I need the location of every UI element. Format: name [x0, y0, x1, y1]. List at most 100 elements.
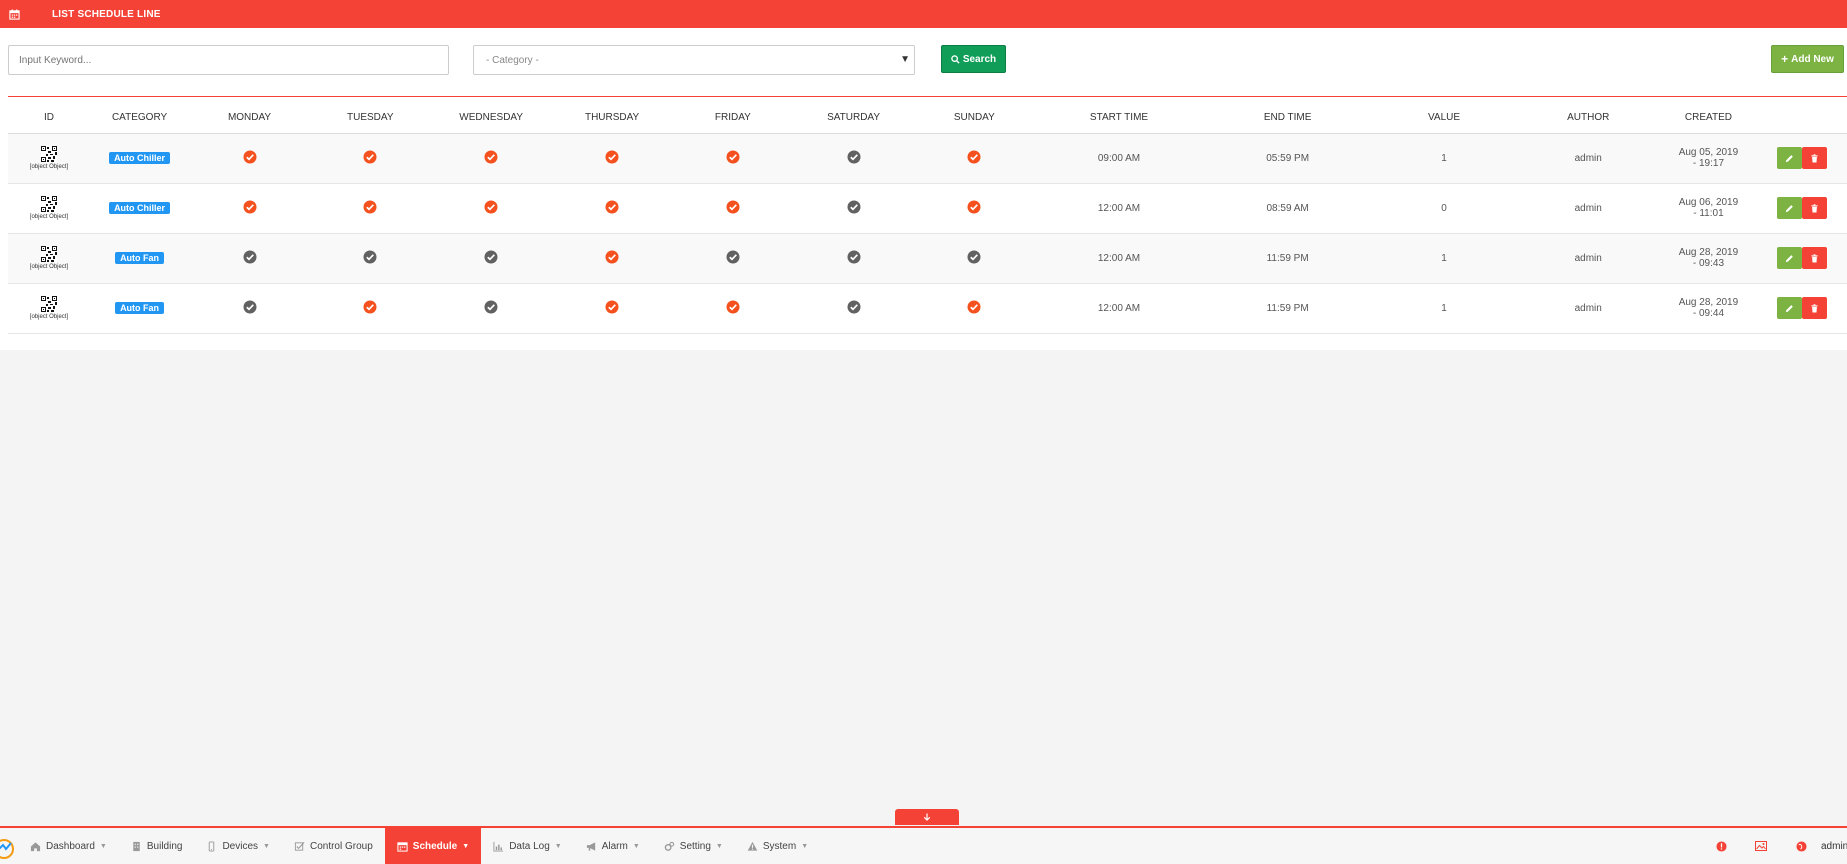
check-circle-active-icon	[363, 200, 377, 214]
cell-created: Aug 05, 2019- 19:17	[1660, 133, 1757, 184]
nav-item-system[interactable]: System ▼	[735, 828, 820, 864]
cell-friday	[672, 283, 794, 334]
delete-button[interactable]	[1801, 197, 1827, 219]
chevron-down-icon: ▼	[462, 842, 470, 850]
cell-tuesday	[309, 183, 431, 234]
cell-start-time: 12:00 AM	[1034, 233, 1204, 284]
image-icon[interactable]	[1741, 841, 1781, 851]
cell-thursday	[551, 283, 673, 334]
cell-start-time: 09:00 AM	[1034, 133, 1204, 184]
column-header-actions	[1756, 103, 1847, 134]
nav-item-control-group[interactable]: Control Group	[282, 828, 385, 864]
category-select[interactable]: - Category - ▼	[473, 45, 915, 75]
cell-thursday	[551, 133, 673, 184]
trash-icon	[1811, 153, 1818, 163]
cell-value: 0	[1371, 183, 1517, 234]
column-header-thursday: THURSDAY	[551, 103, 673, 134]
cell-end-time: 05:59 PM	[1203, 133, 1372, 184]
calendar-icon	[0, 0, 28, 28]
nav-item-dashboard[interactable]: Dashboard ▼	[18, 828, 119, 864]
cell-end-time: 11:59 PM	[1203, 283, 1372, 334]
cell-friday	[672, 133, 794, 184]
add-new-button[interactable]: + Add New	[1771, 45, 1844, 73]
check-circle-active-icon	[605, 250, 619, 264]
schedule-table: ID CATEGORY MONDAY TUESDAY WEDNESDAY THU…	[8, 103, 1847, 334]
delete-button[interactable]	[1801, 247, 1827, 269]
check-circle-inactive-icon	[847, 150, 861, 164]
page-title: LIST SCHEDULE LINE	[52, 8, 161, 20]
qr-code-icon[interactable]	[40, 146, 57, 162]
cell-author: admin	[1516, 283, 1661, 334]
nav-item-alarm[interactable]: Alarm ▼	[574, 828, 652, 864]
nav-item-label: Devices	[222, 840, 259, 852]
globe-icon[interactable]	[1781, 840, 1821, 852]
column-header-saturday: SATURDAY	[793, 103, 914, 134]
add-new-button-label: Add New	[1791, 53, 1834, 65]
table-row: [object Object] Auto Fan 12:00 AM 11:59 PM 1…	[8, 283, 1847, 334]
id-caption: [object Object]	[29, 264, 69, 270]
column-header-value: VALUE	[1371, 103, 1517, 134]
cell-category: Auto Chiller	[89, 133, 190, 184]
keyword-search-input[interactable]	[8, 45, 449, 75]
cell-value: 1	[1371, 133, 1517, 184]
main-nav: Dashboard ▼ Building Devices ▼ Control Gro…	[18, 828, 820, 864]
edit-button[interactable]	[1776, 197, 1802, 219]
nav-item-label: System	[762, 840, 797, 852]
cell-tuesday	[309, 133, 431, 184]
nav-item-setting[interactable]: Setting ▼	[652, 828, 735, 864]
nav-item-label: Alarm	[601, 840, 628, 852]
delete-button[interactable]	[1801, 147, 1827, 169]
cell-wednesday	[430, 133, 552, 184]
edit-button[interactable]	[1776, 247, 1802, 269]
nav-item-building[interactable]: Building	[119, 828, 195, 864]
qr-code-icon[interactable]	[40, 296, 57, 312]
collapse-toggle-button[interactable]	[895, 809, 959, 825]
nav-item-data-log[interactable]: Data Log ▼	[481, 828, 574, 864]
check-circle-active-icon	[605, 300, 619, 314]
header-right-icons: admin	[1701, 828, 1847, 864]
nav-item-label: Setting	[679, 840, 711, 852]
cell-category: Auto Fan	[89, 283, 190, 334]
column-header-start-time: START TIME	[1034, 103, 1204, 134]
cell-thursday	[551, 233, 673, 284]
check-circle-active-icon	[726, 200, 740, 214]
pencil-icon	[1785, 304, 1793, 312]
nav-item-schedule[interactable]: Schedule ▼	[384, 828, 482, 864]
cell-value: 1	[1371, 233, 1517, 284]
check-circle-active-icon	[363, 300, 377, 314]
qr-code-icon[interactable]	[40, 196, 57, 212]
cell-saturday	[793, 283, 914, 334]
cell-actions	[1756, 283, 1847, 334]
alert-info-icon[interactable]	[1701, 840, 1741, 852]
chevron-down-icon: ▼	[554, 842, 562, 850]
check-circle-inactive-icon	[726, 250, 740, 264]
created-date: Aug 06, 2019	[1678, 197, 1739, 208]
qr-code-icon[interactable]	[40, 246, 57, 262]
created-time: - 11:01	[1693, 208, 1724, 219]
check-circle-active-icon	[967, 300, 981, 314]
check-circle-inactive-icon	[967, 250, 981, 264]
search-button[interactable]: Search	[941, 45, 1006, 73]
cell-saturday	[793, 233, 914, 284]
search-button-label: Search	[962, 53, 997, 65]
edit-button[interactable]	[1776, 147, 1802, 169]
delete-button[interactable]	[1801, 297, 1827, 319]
table-row: [object Object] Auto Chiller 12:00 AM 08:59…	[8, 183, 1847, 234]
page-header: LIST SCHEDULE LINE	[0, 0, 1847, 28]
chevron-down-icon: ▼	[801, 842, 809, 850]
cell-id: [object Object]	[8, 133, 90, 184]
cell-thursday	[551, 183, 673, 234]
nav-item-devices[interactable]: Devices ▼	[194, 828, 282, 864]
calendar-icon	[397, 841, 408, 852]
edit-button[interactable]	[1776, 297, 1802, 319]
check-circle-inactive-icon	[484, 300, 498, 314]
cell-end-time: 08:59 AM	[1203, 183, 1372, 234]
user-menu-username[interactable]: admin	[1821, 841, 1847, 852]
cell-sunday	[913, 133, 1035, 184]
checkbox-icon	[294, 841, 305, 851]
cell-actions	[1756, 233, 1847, 284]
cogs-icon	[664, 841, 674, 851]
cell-id: [object Object]	[8, 233, 90, 284]
bullhorn-icon	[586, 841, 595, 851]
cell-sunday	[913, 283, 1035, 334]
